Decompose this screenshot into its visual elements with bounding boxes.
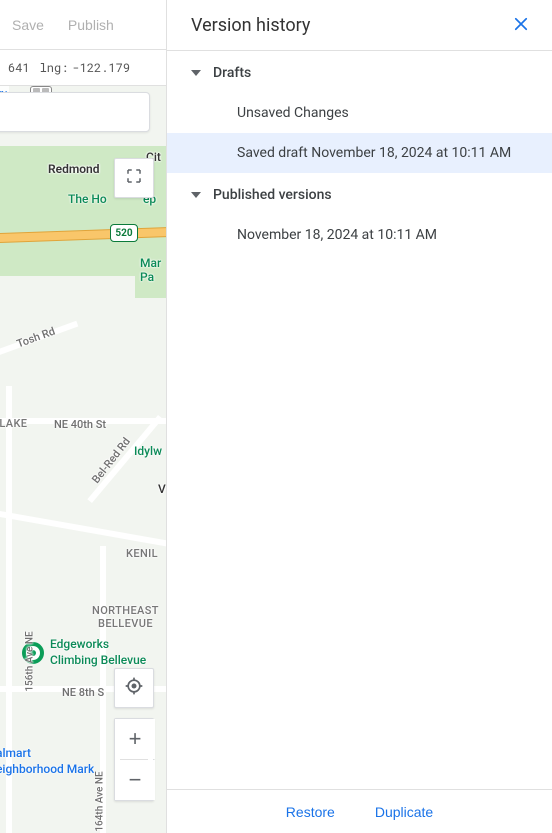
fullscreen-icon [125, 167, 143, 189]
map-area-label: RLAKE [0, 417, 27, 430]
version-history-panel: Version history Drafts Unsaved Changes S… [166, 0, 552, 833]
highway-shield: 520 [110, 224, 138, 242]
map-poi-label: almart [0, 746, 31, 760]
version-item[interactable]: Saved draft November 18, 2024 at 10:11 A… [167, 133, 552, 173]
restore-button[interactable]: Restore [286, 804, 335, 820]
map-street-label: NE 8th S [62, 686, 104, 699]
group-title: Published versions [213, 187, 332, 203]
version-item[interactable]: November 18, 2024 at 10:11 AM [167, 215, 552, 255]
map-street-label: NE 40th St [54, 418, 106, 431]
map[interactable]: 520 ary Redmond Cit The Ho ep Mar Pa Tos… [0, 86, 166, 833]
chevron-down-icon [191, 192, 201, 198]
map-poi-label: eighborhood Mark [0, 762, 94, 776]
panel-body: Drafts Unsaved Changes Saved draft Novem… [167, 51, 552, 789]
map-poi-label: Idylw [134, 444, 162, 458]
top-toolbar: Save Publish [0, 0, 166, 50]
close-button[interactable] [502, 5, 540, 46]
lat-value: 641 [8, 60, 30, 76]
zoom-in-button[interactable]: + [115, 719, 155, 759]
publish-button[interactable]: Publish [68, 17, 114, 33]
my-location-button[interactable] [114, 668, 154, 708]
map-label: V [158, 482, 166, 496]
version-item[interactable]: Unsaved Changes [167, 93, 552, 133]
map-street-label: 156th Ave NE [25, 631, 36, 691]
map-poi-label: The Ho [68, 192, 107, 206]
group-header[interactable]: Drafts [167, 51, 552, 93]
map-street-label: 164th Ave NE [95, 771, 106, 831]
panel-header: Version history [167, 0, 552, 51]
lng-value: -122.179 [72, 60, 130, 76]
map-area-label: KENIL [126, 547, 158, 560]
plus-icon: + [129, 726, 142, 752]
map-park-area [135, 208, 166, 298]
lng-label: lng: [40, 60, 69, 76]
zoom-out-button[interactable]: − [115, 760, 155, 800]
panel-title: Version history [191, 15, 502, 36]
version-group-published: Published versions November 18, 2024 at … [167, 173, 552, 255]
map-poi-label: Edgeworks [50, 637, 109, 651]
close-icon [512, 21, 530, 36]
fullscreen-button[interactable] [114, 158, 154, 198]
minus-icon: − [129, 767, 142, 793]
map-poi-label: Mar Pa [140, 256, 161, 284]
map-city-label: Redmond [48, 162, 100, 176]
map-area-label: NORTHEAST BELLEVUE [92, 604, 159, 630]
panel-footer: Restore Duplicate [167, 789, 552, 833]
zoom-control: + − [114, 718, 154, 801]
duplicate-button[interactable]: Duplicate [375, 804, 433, 820]
chevron-down-icon [191, 70, 201, 76]
version-group-drafts: Drafts Unsaved Changes Saved draft Novem… [167, 51, 552, 173]
save-button[interactable]: Save [12, 17, 44, 33]
group-title: Drafts [213, 65, 251, 81]
group-header[interactable]: Published versions [167, 173, 552, 215]
crosshair-icon [124, 676, 144, 700]
coords-bar: 641 lng: -122.179 [0, 50, 166, 86]
map-poi-label: Climbing Bellevue [50, 653, 146, 667]
map-search-input[interactable] [0, 92, 150, 132]
